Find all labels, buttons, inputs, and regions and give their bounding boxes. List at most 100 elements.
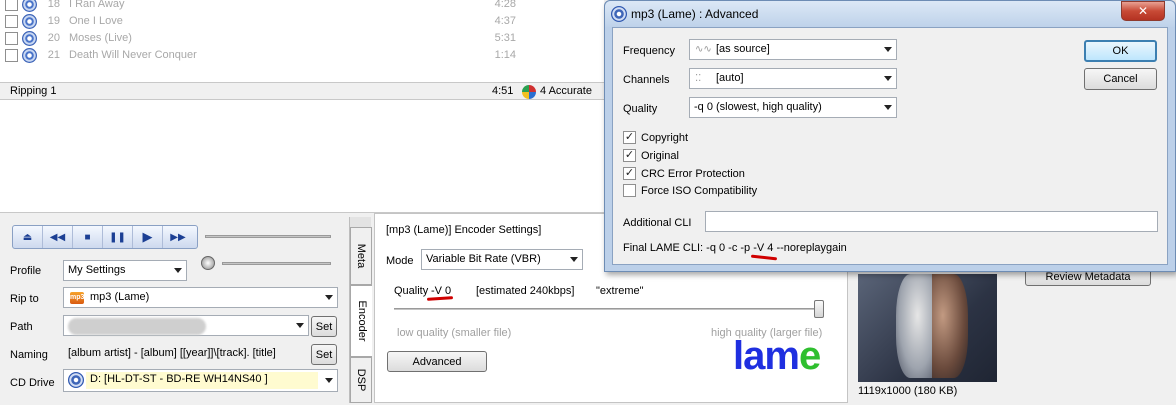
dialog-quality-label: Quality: [623, 103, 658, 115]
quality-slider-thumb[interactable]: [814, 300, 824, 318]
bitrate-estimate: [estimated 240kbps]: [476, 285, 575, 297]
dialog-title: mp3 (Lame) : Advanced: [631, 7, 759, 21]
tab-meta-label: Meta: [355, 243, 367, 269]
ripto-select[interactable]: mp3 (Lame): [63, 287, 338, 308]
volume-slider[interactable]: [222, 262, 331, 265]
cd-track-icon: [22, 48, 37, 63]
naming-field[interactable]: [album artist] - [album] [[year]]\[track…: [63, 343, 309, 364]
track-checkbox[interactable]: [5, 49, 18, 62]
chevron-down-icon: [296, 323, 304, 328]
advanced-label: Advanced: [412, 355, 462, 368]
lame-logo-letter: e: [798, 334, 821, 378]
tab-meta[interactable]: Meta: [350, 227, 372, 285]
cancel-label: Cancel: [1103, 73, 1138, 85]
track-title: Death Will Never Conquer: [69, 49, 197, 61]
track-row[interactable]: 19 One I Love 4:37: [0, 13, 604, 30]
cd-drive-icon: [68, 372, 84, 388]
fast-forward-button[interactable]: ▶▶: [163, 226, 193, 248]
set-label: Set: [315, 320, 333, 333]
cddrive-select[interactable]: D: [HL-DT-ST - BD-RE WH14NS40 ]: [63, 369, 338, 392]
dialog-body: Frequency ∿∿ [as source] Channels ⁚⁚ [au…: [612, 27, 1168, 265]
accuraterip-icon: [522, 85, 536, 99]
log-area: [0, 100, 604, 213]
track-number: 20: [47, 32, 60, 44]
naming-set-button[interactable]: Set: [311, 344, 337, 365]
track-checkbox[interactable]: [5, 15, 18, 28]
cd-track-icon: [22, 0, 37, 12]
track-row[interactable]: 20 Moses (Live) 5:31: [0, 30, 604, 47]
review-metadata-label: Review Metadata: [1045, 271, 1131, 283]
ok-button[interactable]: OK: [1084, 40, 1157, 62]
pause-icon: ❚❚: [109, 231, 126, 243]
accurate-count: 4 Accurate: [540, 85, 592, 97]
set-label: Set: [315, 348, 333, 361]
copyright-checkbox[interactable]: ✓: [623, 131, 636, 144]
profile-select[interactable]: My Settings: [63, 260, 187, 281]
track-duration: 5:31: [494, 32, 516, 44]
cd-track-icon: [22, 14, 37, 29]
ripto-label: Rip to: [10, 293, 39, 305]
quality-value: -V 0: [431, 285, 452, 297]
chevron-down-icon: [325, 378, 333, 383]
path-set-button[interactable]: Set: [311, 316, 337, 337]
advanced-dialog: mp3 (Lame) : Advanced ✕ Frequency ∿∿ [as…: [604, 0, 1176, 272]
chevron-down-icon: [570, 257, 578, 262]
original-checkbox[interactable]: ✓: [623, 149, 636, 162]
track-checkbox[interactable]: [5, 0, 18, 11]
final-cli-pre: -q 0 -c -p: [706, 242, 751, 254]
track-number: 19: [47, 15, 60, 27]
mode-select[interactable]: Variable Bit Rate (VBR): [421, 249, 583, 270]
cddrive-label: CD Drive: [10, 377, 55, 389]
track-list[interactable]: 18 I Ran Away 4:28 19 One I Love 4:37 20…: [0, 0, 604, 82]
lame-logo-letter: a: [743, 334, 765, 378]
track-row[interactable]: 21 Death Will Never Conquer 1:14: [0, 47, 604, 64]
crc-checkbox[interactable]: ✓: [623, 167, 636, 180]
frequency-select[interactable]: ∿∿ [as source]: [689, 39, 897, 60]
chevron-down-icon: [174, 268, 182, 273]
channels-select[interactable]: ⁚⁚ [auto]: [689, 68, 897, 89]
final-cli-label: Final LAME CLI:: [623, 242, 704, 254]
play-button[interactable]: ▶: [133, 226, 163, 248]
mp3-format-icon: mp3: [70, 292, 84, 304]
rewind-button[interactable]: ◀◀: [43, 226, 73, 248]
chevron-down-icon: [325, 295, 333, 300]
chevron-down-icon: [884, 76, 892, 81]
track-title: One I Love: [69, 15, 123, 27]
chevron-down-icon: [884, 105, 892, 110]
dialog-titlebar[interactable]: mp3 (Lame) : Advanced ✕: [605, 1, 1175, 27]
track-number: 18: [47, 0, 60, 10]
crc-label: CRC Error Protection: [641, 168, 745, 180]
track-row[interactable]: 18 I Ran Away 4:28: [0, 0, 604, 13]
track-duration: 4:37: [494, 15, 516, 27]
cd-app-icon: [611, 6, 627, 22]
tab-dsp[interactable]: DSP: [350, 357, 372, 403]
cover-face-left: [896, 274, 932, 378]
lame-logo-letter: m: [764, 334, 800, 378]
low-quality-label: low quality (smaller file): [397, 327, 512, 339]
quality-slider[interactable]: [394, 308, 824, 310]
play-icon: ▶: [142, 229, 153, 244]
eject-button[interactable]: ⏏: [13, 226, 43, 248]
final-cli-red-underline: [750, 254, 778, 261]
advanced-button[interactable]: Advanced: [387, 351, 487, 372]
naming-label: Naming: [10, 349, 48, 361]
cancel-button[interactable]: Cancel: [1084, 68, 1157, 90]
tab-encoder[interactable]: Encoder: [350, 285, 372, 357]
track-checkbox[interactable]: [5, 32, 18, 45]
stop-button[interactable]: ■: [73, 226, 103, 248]
force-iso-checkbox[interactable]: [623, 184, 636, 197]
track-title: I Ran Away: [69, 0, 125, 10]
track-duration: 4:28: [494, 0, 516, 10]
final-cli-post: --noreplaygain: [776, 242, 847, 254]
cover-face-right: [932, 274, 968, 378]
chevron-down-icon: [884, 47, 892, 52]
seek-slider[interactable]: [205, 235, 331, 238]
additional-cli-input[interactable]: [705, 211, 1158, 232]
track-duration: 1:14: [494, 49, 516, 61]
pause-button[interactable]: ❚❚: [103, 226, 133, 248]
dialog-quality-select[interactable]: -q 0 (slowest, high quality): [689, 97, 897, 118]
cd-track-icon: [22, 31, 37, 46]
close-button[interactable]: ✕: [1121, 1, 1165, 21]
final-cli-highlight: -V 4: [753, 242, 774, 254]
path-label: Path: [10, 321, 33, 333]
